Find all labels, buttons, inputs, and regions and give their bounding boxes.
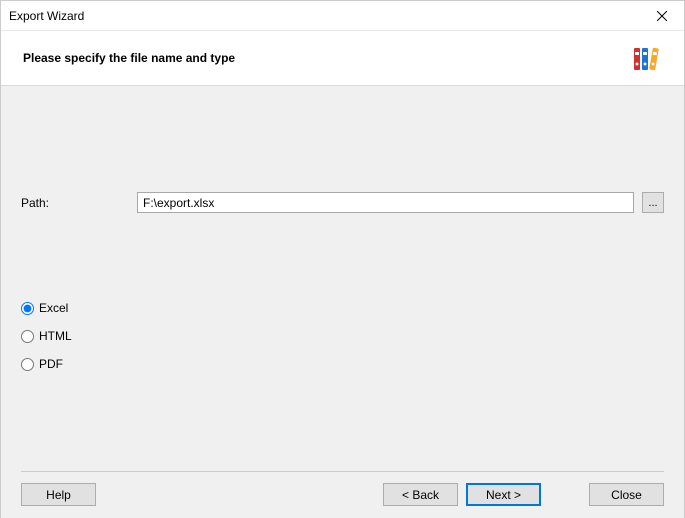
- footer-divider: [21, 471, 664, 472]
- radio-excel-input[interactable]: [21, 302, 34, 315]
- wizard-subtitle: Please specify the file name and type: [23, 51, 630, 65]
- titlebar: Export Wizard: [1, 1, 684, 31]
- radio-pdf-label: PDF: [39, 357, 63, 371]
- window-close-button[interactable]: [639, 1, 684, 30]
- radio-pdf[interactable]: PDF: [21, 357, 72, 371]
- format-radio-group: Excel HTML PDF: [21, 301, 72, 371]
- close-button[interactable]: Close: [589, 483, 664, 506]
- window-title: Export Wizard: [9, 9, 639, 23]
- radio-pdf-input[interactable]: [21, 358, 34, 371]
- radio-excel[interactable]: Excel: [21, 301, 72, 315]
- books-icon: [630, 42, 662, 74]
- next-button[interactable]: Next >: [466, 483, 541, 506]
- radio-html-input[interactable]: [21, 330, 34, 343]
- path-row: Path: ...: [21, 192, 664, 213]
- wizard-footer: Help < Back Next > Close: [1, 471, 684, 518]
- radio-excel-label: Excel: [39, 301, 68, 315]
- radio-html[interactable]: HTML: [21, 329, 72, 343]
- close-icon: [657, 11, 667, 21]
- wizard-header: Please specify the file name and type: [1, 31, 684, 86]
- back-button[interactable]: < Back: [383, 483, 458, 506]
- path-label: Path:: [21, 196, 129, 210]
- radio-html-label: HTML: [39, 329, 72, 343]
- help-button[interactable]: Help: [21, 483, 96, 506]
- wizard-content: Path: ... Excel HTML PDF: [1, 86, 684, 471]
- browse-button[interactable]: ...: [642, 192, 664, 213]
- path-input[interactable]: [137, 192, 634, 213]
